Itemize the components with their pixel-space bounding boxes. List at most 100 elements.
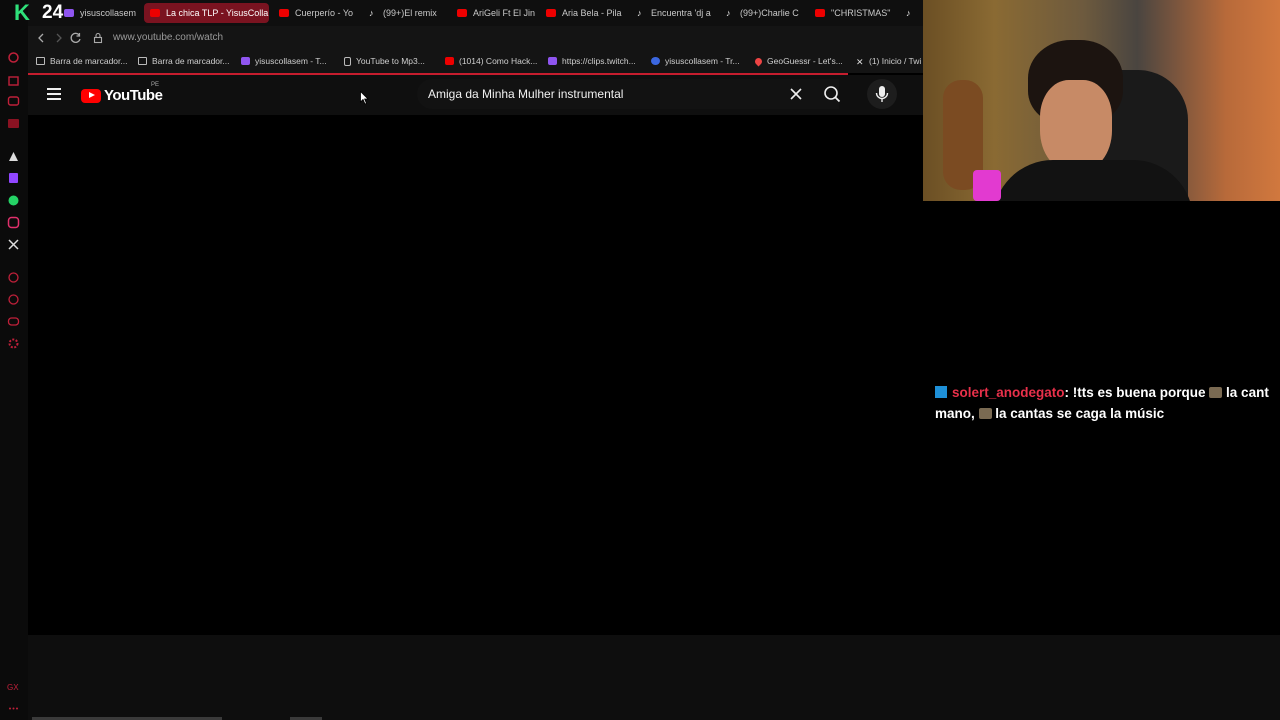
- bookmark-label: GeoGuessr - Let's...: [767, 56, 843, 66]
- mouse-cursor-icon: [360, 90, 370, 105]
- side-dock: GX: [0, 0, 28, 720]
- dock-messenger-icon[interactable]: [7, 95, 20, 108]
- search-input[interactable]: Amiga da Minha Mulher instrumental: [428, 87, 623, 101]
- dock-mail-icon[interactable]: [7, 117, 20, 130]
- address-bar: www.youtube.com/watch: [28, 26, 923, 50]
- tab-label: "CHRISTMAS": [831, 8, 891, 18]
- youtube-icon: [445, 57, 454, 65]
- bookmarks-bar: Barra de marcador... Barra de marcador..…: [28, 50, 923, 73]
- chat-text: la cant: [1222, 385, 1269, 400]
- dock-settings-icon[interactable]: [7, 337, 20, 350]
- bookmark-item[interactable]: Barra de marcador...: [36, 56, 127, 66]
- dock-app-icon[interactable]: [7, 150, 20, 163]
- tab-label: (99+)El remix: [383, 8, 437, 18]
- youtube-icon: [150, 9, 160, 17]
- below-player-area: [28, 635, 1280, 720]
- twitch-icon: [241, 57, 250, 65]
- dock-instagram-icon[interactable]: [7, 216, 20, 229]
- folder-icon: [36, 57, 45, 65]
- bookmark-label: https://clips.twitch...: [562, 56, 636, 66]
- youtube-play-icon: [81, 88, 101, 103]
- search-button[interactable]: [812, 79, 854, 109]
- tab[interactable]: ♪ Encuentra 'dj a: [631, 3, 713, 23]
- tab-overflow[interactable]: ♪: [900, 3, 920, 23]
- bookmark-item[interactable]: yisuscollasem - T...: [241, 56, 327, 66]
- logo-number: 24: [42, 2, 64, 23]
- emote-icon: [1209, 387, 1223, 398]
- bookmark-label: Barra de marcador...: [50, 56, 128, 66]
- tiktok-icon: ♪: [637, 8, 642, 18]
- bookmark-item[interactable]: ✕ (1) Inicio / Twi: [856, 56, 922, 67]
- bookmark-label: YouTube to Mp3...: [356, 56, 425, 66]
- chat-line-2: mano, la cantas se caga la músic: [935, 403, 1280, 424]
- country-code: PE: [151, 82, 160, 88]
- search-box[interactable]: Amiga da Minha Mulher instrumental: [417, 79, 839, 109]
- webcam-feed: [923, 0, 1280, 201]
- logo-k: K: [14, 0, 30, 25]
- forward-button[interactable]: [52, 31, 66, 45]
- lock-icon[interactable]: [91, 31, 105, 45]
- streamer-face-image: [1040, 80, 1112, 172]
- bookmark-label: yisuscollasem - Tr...: [665, 56, 740, 66]
- youtube-logo[interactable]: YouTube PE: [81, 82, 163, 104]
- microphone-image: [973, 170, 1001, 201]
- hamburger-menu-icon[interactable]: [47, 88, 61, 100]
- svg-text:GX: GX: [7, 683, 19, 692]
- tab[interactable]: AriGeli Ft El Jin: [451, 3, 535, 23]
- x-icon: ✕: [856, 57, 864, 67]
- bookmark-label: (1014) Como Hack...: [459, 56, 538, 66]
- bookmark-item[interactable]: yisuscollasem - Tr...: [651, 56, 740, 66]
- tab-label: Cuerperío - Yo: [295, 8, 354, 18]
- tab[interactable]: Aria Bela - Pila: [540, 3, 622, 23]
- voice-search-mic-icon[interactable]: [867, 79, 897, 109]
- tab-label: (99+)Charlie C: [740, 8, 799, 18]
- youtube-header: YouTube PE Amiga da Minha Mulher instrum…: [28, 75, 923, 115]
- app-icon: [651, 57, 660, 65]
- map-pin-icon: [753, 56, 764, 66]
- bookmark-item[interactable]: GeoGuessr - Let's...: [753, 56, 843, 66]
- tab-active[interactable]: La chica TLP - YisusColla: [144, 3, 269, 23]
- clear-search-icon[interactable]: [789, 87, 803, 101]
- dock-whatsapp-icon[interactable]: [7, 194, 20, 207]
- tab[interactable]: yisuscollasem: [58, 3, 138, 23]
- bookmark-item[interactable]: Barra de marcador...: [138, 56, 229, 66]
- chat-line-1: solert_anodegato: !tts es buena porque l…: [935, 382, 1280, 403]
- youtube-icon: [815, 9, 825, 17]
- dock-history-icon[interactable]: [7, 51, 20, 64]
- tiktok-icon: ♪: [726, 8, 731, 18]
- page-icon: [344, 56, 351, 66]
- dock-bag-icon[interactable]: [7, 73, 20, 86]
- tab[interactable]: ♪ (99+)Charlie C: [720, 3, 802, 23]
- dock-clock-icon[interactable]: [7, 293, 20, 306]
- youtube-icon: [546, 9, 556, 17]
- dock-x-icon[interactable]: [7, 238, 20, 251]
- tab[interactable]: Cuerperío - Yo: [273, 3, 355, 23]
- tab-label: La chica TLP - YisusColla: [166, 8, 269, 18]
- url-field[interactable]: www.youtube.com/watch: [113, 32, 223, 43]
- bookmark-label: yisuscollasem - T...: [255, 56, 327, 66]
- tab[interactable]: ♪ (99+)El remix: [363, 3, 445, 23]
- bookmark-label: (1) Inicio / Twi: [869, 56, 922, 66]
- reload-button[interactable]: [69, 31, 83, 45]
- emote-icon: [978, 408, 992, 419]
- dock-chat-icon[interactable]: [7, 315, 20, 328]
- folder-icon: [138, 57, 147, 65]
- tab-label: yisuscollasem: [80, 8, 137, 18]
- bookmark-item[interactable]: (1014) Como Hack...: [445, 56, 537, 66]
- chat-text: : !tts es buena porque: [1064, 385, 1210, 400]
- tiktok-icon: ♪: [369, 8, 374, 18]
- dock-gx-icon[interactable]: GX: [7, 680, 20, 693]
- back-button[interactable]: [34, 31, 48, 45]
- tab-label: AriGeli Ft El Jin: [473, 8, 535, 18]
- dock-add-icon[interactable]: [7, 271, 20, 284]
- youtube-icon: [279, 9, 289, 17]
- youtube-icon: [457, 9, 467, 17]
- chat-badge-icon: [935, 386, 947, 398]
- tab-label: Encuentra 'dj a: [651, 8, 711, 18]
- dock-twitch-icon[interactable]: [7, 172, 20, 185]
- bookmark-item[interactable]: https://clips.twitch...: [548, 56, 636, 66]
- bookmark-item[interactable]: YouTube to Mp3...: [344, 56, 425, 66]
- dock-more-icon[interactable]: [7, 702, 20, 715]
- chat-text: mano,: [935, 406, 979, 421]
- tab[interactable]: "CHRISTMAS": [809, 3, 897, 23]
